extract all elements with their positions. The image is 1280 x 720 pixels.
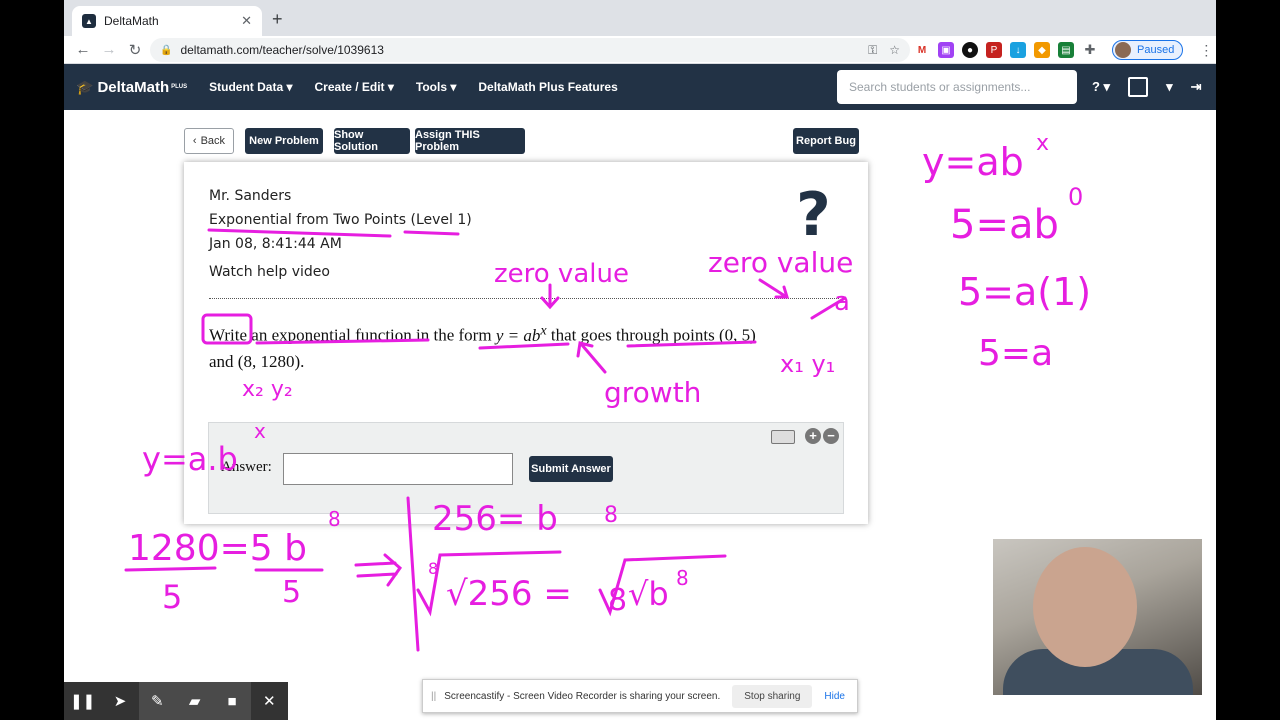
profile-status: Paused — [1137, 44, 1175, 56]
extension-icon[interactable]: ◆ — [1034, 42, 1050, 58]
formula: y = abx — [495, 322, 547, 345]
question-mid: that goes through points — [550, 325, 715, 345]
menu-icon[interactable]: ⋮ — [1199, 42, 1213, 59]
pen-icon[interactable]: ✎ — [138, 682, 176, 720]
pdf-icon[interactable]: P — [986, 42, 1002, 58]
graduation-cap-icon: 🎓 — [76, 78, 94, 95]
back-label: Back — [200, 135, 226, 147]
calculator-icon[interactable] — [1128, 77, 1149, 97]
zoom-out-icon[interactable]: − — [823, 428, 839, 444]
webcam-face — [1033, 547, 1137, 667]
logout-icon[interactable]: ⇥ — [1191, 79, 1202, 95]
sharing-message: Screencastify - Screen Video Recorder is… — [444, 690, 721, 702]
topic-title: Exponential from Two Points (Level 1) — [209, 212, 472, 228]
formula-exp: x — [540, 322, 547, 338]
key-icon[interactable]: ⚿ — [868, 43, 877, 58]
close-icon[interactable]: ✕ — [251, 682, 288, 720]
app-navbar: 🎓 DeltaMath PLUS Student Data ▾ Create / … — [64, 64, 1216, 110]
lock-icon: 🔒 — [160, 44, 173, 56]
deltamath-favicon-icon: ▲ — [82, 14, 96, 28]
back-arrow-icon[interactable]: ← — [70, 41, 96, 58]
submit-answer-button[interactable]: Submit Answer — [529, 456, 613, 482]
divider — [209, 298, 839, 299]
puzzle-icon[interactable]: ✚ — [1082, 42, 1098, 58]
question-and: and — [209, 351, 234, 371]
dropdown-caret-icon[interactable]: ▾ — [1166, 79, 1173, 95]
timestamp: Jan 08, 8:41:44 AM — [209, 236, 342, 252]
search-input[interactable]: Search students or assignments... — [837, 70, 1077, 104]
close-tab-icon[interactable]: ✕ — [241, 13, 252, 29]
hide-button[interactable]: Hide — [824, 691, 845, 702]
forward-arrow-icon[interactable]: → — [96, 41, 122, 58]
screen: ▲ DeltaMath ✕ + ← → ↻ 🔒 deltamath.com/te… — [64, 0, 1216, 720]
extensions: M ▣ ● P ↓ ◆ ▤ ✚ Paused ⋮ — [914, 40, 1213, 60]
help-menu[interactable]: ? ▾ — [1092, 79, 1110, 95]
tab-title: DeltaMath — [104, 14, 159, 28]
formula-base: y = ab — [495, 325, 541, 345]
cursor-icon[interactable]: ➤ — [101, 682, 138, 720]
drag-handle-icon[interactable]: || — [431, 691, 436, 702]
question-text: Write an exponential function in the for… — [209, 317, 829, 375]
brand-name: DeltaMath — [97, 78, 170, 96]
report-bug-button[interactable]: Report Bug — [793, 128, 859, 154]
browser-tab-bar: ▲ DeltaMath ✕ + — [64, 0, 1216, 36]
star-icon[interactable]: ☆ — [889, 43, 900, 58]
zoom-in-icon[interactable]: + — [805, 428, 821, 444]
problem-meta: Mr. Sanders Exponential from Two Points … — [209, 184, 472, 256]
answer-input[interactable] — [283, 453, 513, 485]
point-1: (0, 5) — [719, 325, 756, 345]
help-video-link[interactable]: Watch help video — [209, 264, 330, 280]
eraser-icon[interactable]: ▰ — [175, 682, 214, 720]
answer-label: Answer: — [221, 459, 272, 475]
back-button[interactable]: ‹ Back — [184, 128, 234, 154]
url-bar[interactable]: 🔒 deltamath.com/teacher/solve/1039613 ⚿ ☆ — [150, 38, 910, 62]
question-mark-icon: ? — [796, 180, 831, 250]
point-2: (8, 1280). — [237, 351, 305, 371]
problem-card: Mr. Sanders Exponential from Two Points … — [184, 162, 868, 524]
answer-area: + − Answer: Submit Answer — [208, 422, 844, 514]
show-solution-button[interactable]: Show Solution — [334, 128, 410, 154]
teacher-name: Mr. Sanders — [209, 188, 292, 204]
webcam-overlay — [993, 539, 1202, 695]
screencastify-toolbar: ❚❚ ➤ ✎ ▰ ■ ✕ — [64, 682, 288, 720]
sharing-notification: || Screencastify - Screen Video Recorder… — [422, 679, 858, 713]
profile-button[interactable]: Paused — [1112, 40, 1184, 60]
url-text: deltamath.com/teacher/solve/1039613 — [180, 43, 384, 57]
avatar — [1115, 42, 1131, 58]
stop-sharing-button[interactable]: Stop sharing — [732, 684, 813, 708]
extension-icon[interactable]: ↓ — [1010, 42, 1026, 58]
pause-icon[interactable]: ❚❚ — [64, 682, 101, 720]
question-pre: Write an exponential function in the for… — [209, 325, 492, 345]
menu-plus-features[interactable]: DeltaMath Plus Features — [478, 80, 617, 94]
gmail-icon[interactable]: M — [914, 42, 930, 58]
new-problem-button[interactable]: New Problem — [245, 128, 323, 154]
extension-icon[interactable]: ● — [962, 42, 978, 58]
address-bar-row: ← → ↻ 🔒 deltamath.com/teacher/solve/1039… — [64, 36, 1216, 64]
browser-tab[interactable]: ▲ DeltaMath ✕ — [72, 6, 262, 36]
menu-tools[interactable]: Tools ▾ — [416, 80, 456, 94]
menu-student-data[interactable]: Student Data ▾ — [209, 80, 292, 94]
extension-icon[interactable]: ▣ — [938, 42, 954, 58]
chevron-left-icon: ‹ — [192, 135, 197, 147]
reload-icon[interactable]: ↻ — [122, 41, 148, 59]
extension-icon[interactable]: ▤ — [1058, 42, 1074, 58]
menu-create-edit[interactable]: Create / Edit ▾ — [315, 80, 394, 94]
new-tab-icon[interactable]: + — [272, 9, 283, 30]
brand-sup: PLUS — [171, 84, 188, 90]
brand-logo[interactable]: 🎓 DeltaMath PLUS — [76, 79, 187, 96]
keyboard-icon[interactable] — [771, 430, 795, 444]
assign-problem-button[interactable]: Assign THIS Problem — [415, 128, 525, 154]
camera-icon[interactable]: ■ — [213, 682, 251, 720]
